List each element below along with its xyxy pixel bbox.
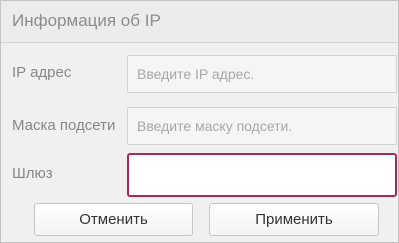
cancel-button[interactable]: Отменить (34, 203, 193, 236)
subnet-mask-input[interactable] (127, 107, 397, 145)
apply-button[interactable]: Применить (209, 203, 379, 236)
panel-header: Информация об IP (1, 1, 398, 43)
subnet-mask-label: Маска подсети (12, 117, 116, 134)
ip-address-input[interactable] (127, 55, 397, 93)
gateway-label: Шлюз (12, 165, 53, 182)
panel-title: Информация об IP (12, 11, 161, 30)
gateway-input[interactable] (127, 153, 397, 197)
ip-info-panel: Информация об IP IP адрес Маска подсети … (0, 0, 399, 243)
ip-address-label: IP адрес (12, 64, 72, 81)
